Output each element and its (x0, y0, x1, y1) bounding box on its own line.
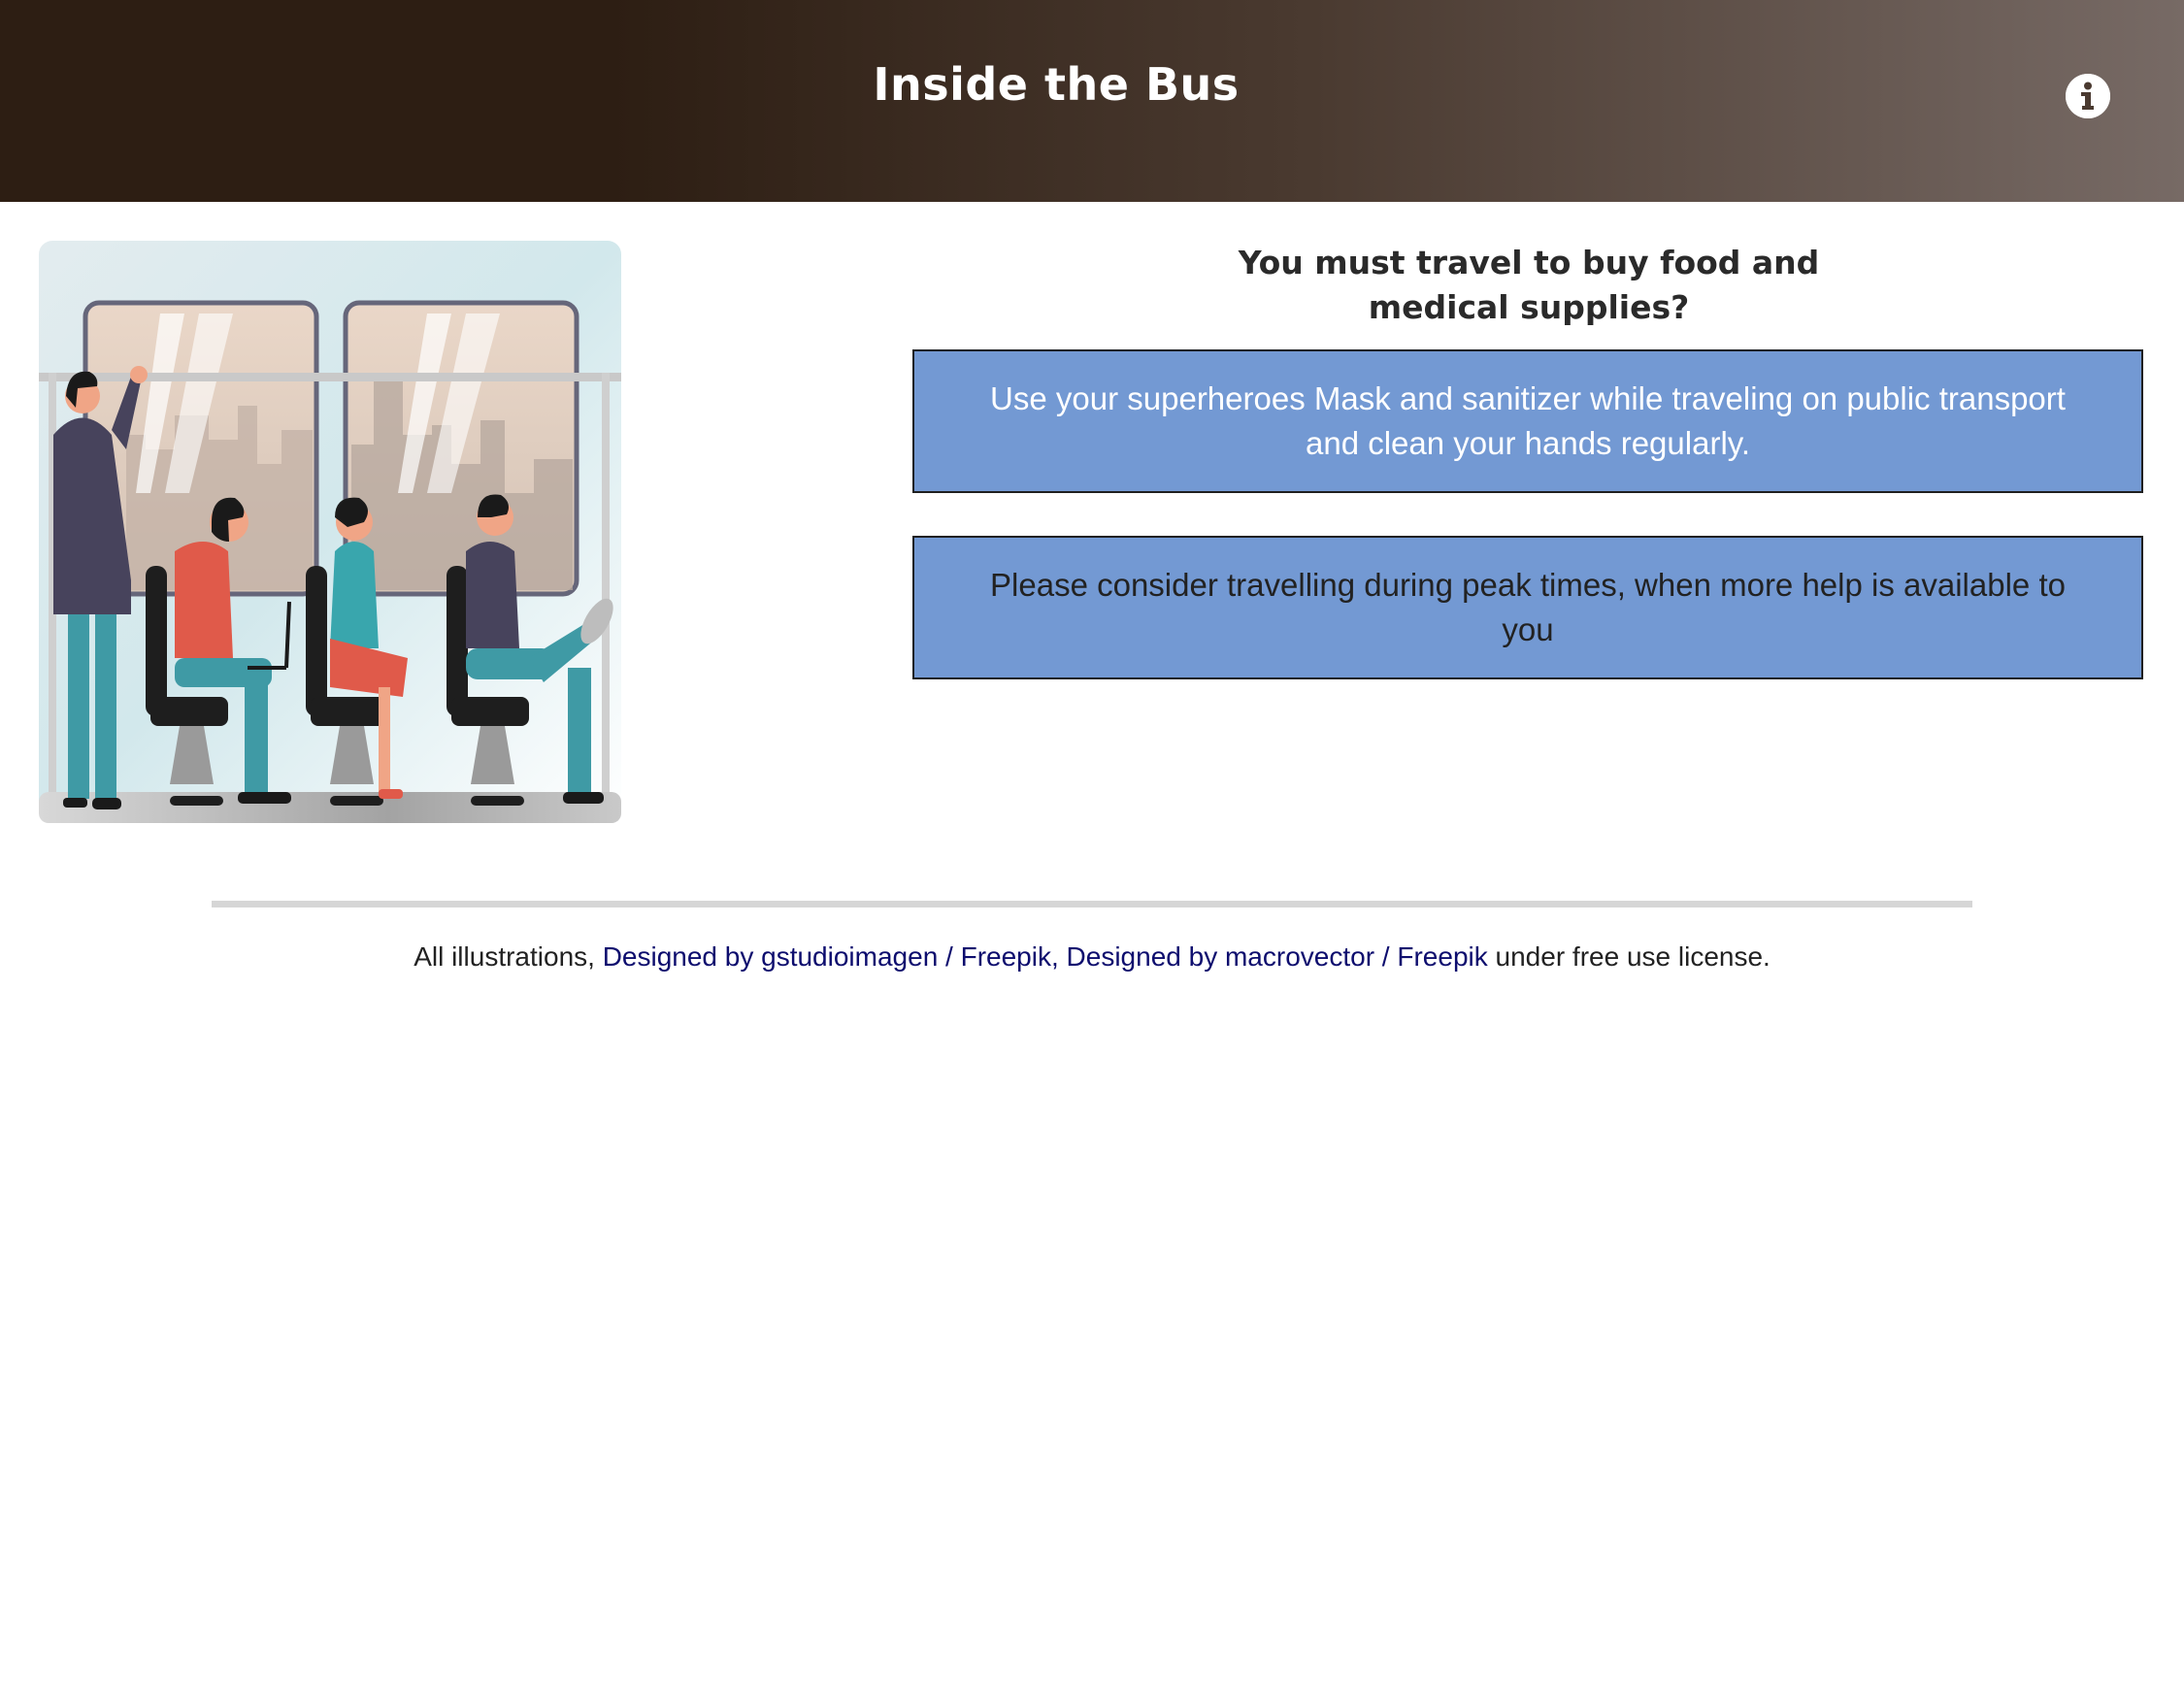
attribution-prefix: All illustrations, (414, 941, 603, 972)
separator: / (938, 941, 961, 972)
separator: / (1374, 941, 1398, 972)
comma: , (1050, 941, 1067, 972)
tip-box-peak-times: Please consider travelling during peak t… (912, 536, 2143, 679)
freepik-link[interactable]: Freepik (1397, 941, 1487, 972)
page-title: Inside the Bus (873, 58, 1240, 111)
freepik-link[interactable]: Freepik (961, 941, 1051, 972)
info-circle-icon (2066, 74, 2110, 118)
tip-text: Please consider travelling during peak t… (990, 567, 2066, 647)
tip-text: Use your superheroes Mask and sanitizer … (990, 380, 2066, 461)
app-header: Inside the Bus (0, 0, 2184, 202)
macrovector-link[interactable]: Designed by macrovector (1067, 941, 1374, 972)
attribution-suffix: under free use license. (1487, 941, 1770, 972)
people-on-bus-illustration (39, 241, 621, 823)
gstudioimagen-link[interactable]: Designed by gstudioimagen (603, 941, 939, 972)
question-heading: You must travel to buy food and medical … (912, 241, 2145, 330)
question-line-2: medical supplies? (1368, 288, 1690, 326)
tip-box-mask: Use your superheroes Mask and sanitizer … (912, 349, 2143, 493)
info-button[interactable] (2066, 74, 2110, 118)
question-line-1: You must travel to buy food and (1238, 244, 1820, 281)
attribution-footer: All illustrations, Designed by gstudioim… (0, 941, 2184, 973)
footer-divider (212, 901, 1972, 908)
